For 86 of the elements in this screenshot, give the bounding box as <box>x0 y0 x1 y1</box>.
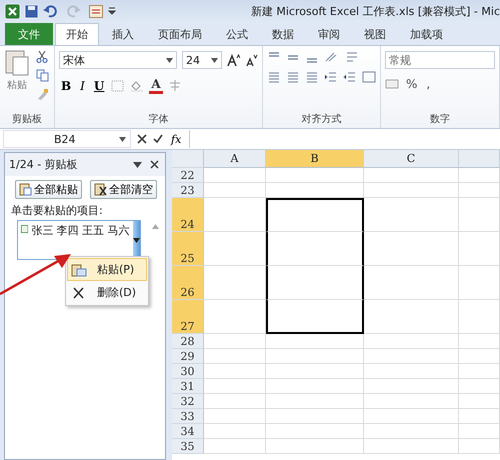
ribbon-tab[interactable]: 加载项 <box>399 23 454 45</box>
percent-button[interactable]: % <box>404 77 420 91</box>
menu-item[interactable]: 删除(D) <box>67 281 147 304</box>
column-header[interactable] <box>459 150 500 168</box>
close-icon[interactable] <box>150 160 159 169</box>
table-cell[interactable] <box>266 300 364 334</box>
ribbon-tab[interactable]: 开始 <box>55 23 99 45</box>
row-header[interactable]: 27 <box>172 300 204 334</box>
window-title: 新建 Microsoft Excel 工作表.xls [兼容模式] - Mic <box>250 4 500 18</box>
dropdown-icon[interactable] <box>166 58 173 62</box>
column-header[interactable]: C <box>364 150 459 168</box>
ribbon-tab[interactable]: 公式 <box>215 23 259 45</box>
indent-icon[interactable] <box>343 71 357 83</box>
format-painter-icon[interactable] <box>36 88 49 101</box>
row-header[interactable]: 29 <box>172 349 204 364</box>
ribbon-tab[interactable]: 审阅 <box>307 23 351 45</box>
customize-toolbar-icon[interactable] <box>108 6 116 16</box>
column-header[interactable]: B <box>266 150 364 168</box>
menu-item[interactable]: 粘贴(P) <box>67 258 147 281</box>
row-header[interactable]: 24 <box>172 198 204 232</box>
dropdown-icon[interactable] <box>119 136 126 142</box>
name-box[interactable]: B24 <box>3 130 131 148</box>
group-label: 数字 <box>430 114 450 125</box>
font-name-field[interactable]: 宋体 <box>59 51 177 69</box>
dropdown-icon[interactable] <box>211 58 218 62</box>
clear-all-button[interactable]: 全部清空 <box>90 180 157 199</box>
select-all-corner[interactable] <box>172 150 204 168</box>
shrink-font-icon[interactable] <box>245 54 258 66</box>
row-header[interactable]: 25 <box>172 232 204 266</box>
row-header[interactable]: 26 <box>172 266 204 300</box>
indent-icon[interactable] <box>324 71 338 83</box>
scissors-icon[interactable] <box>36 50 48 63</box>
dropdown-icon[interactable] <box>133 162 142 168</box>
paste-icon <box>19 183 32 196</box>
dropdown-icon <box>132 238 140 242</box>
underline-button[interactable]: U <box>92 78 106 92</box>
scroll-up-icon[interactable] <box>152 224 159 229</box>
form-icon[interactable] <box>89 4 103 18</box>
row-header[interactable]: 23 <box>172 183 204 198</box>
row-header[interactable]: 28 <box>172 334 204 349</box>
ribbon-tab[interactable]: 插入 <box>101 23 145 45</box>
clipboard-icon[interactable] <box>4 48 30 76</box>
clear-clipboard-icon <box>94 183 107 196</box>
pane-title: 1/24 - 剪贴板 <box>9 157 79 172</box>
instruction-text: 单击要粘贴的项目: <box>10 203 104 219</box>
row-header[interactable]: 34 <box>172 424 204 439</box>
grow-font-icon[interactable] <box>227 54 240 66</box>
row-header[interactable]: 22 <box>172 168 204 183</box>
group-label: 对齐方式 <box>302 114 342 125</box>
bold-button[interactable]: B <box>59 78 74 92</box>
horizontal-align-icon[interactable] <box>305 71 319 83</box>
paste-all-button[interactable]: 全部粘贴 <box>15 180 82 199</box>
cancel-icon[interactable] <box>137 134 147 144</box>
sheet-icon <box>21 223 28 235</box>
table-cell[interactable] <box>266 266 364 300</box>
group-label: 字体 <box>148 114 168 125</box>
excel-logo-icon <box>5 4 20 18</box>
paste-icon <box>71 262 87 276</box>
row-header[interactable]: 35 <box>172 439 204 454</box>
save-icon[interactable] <box>25 4 38 18</box>
table-cell[interactable] <box>266 232 364 266</box>
paste-label[interactable]: 粘贴 <box>7 78 27 92</box>
table-cell[interactable] <box>266 198 364 232</box>
wrap-text-icon[interactable] <box>345 51 359 63</box>
ribbon-tab[interactable]: 数据 <box>261 23 305 45</box>
border-icon[interactable] <box>111 80 126 92</box>
column-header[interactable]: A <box>204 150 266 168</box>
row-header[interactable]: 30 <box>172 364 204 379</box>
item-dropdown-button[interactable] <box>132 221 140 259</box>
number-format-field[interactable]: 常规 <box>385 51 495 69</box>
horizontal-align-icon[interactable] <box>286 71 300 83</box>
checkmark-icon[interactable] <box>153 134 163 144</box>
ribbon-tab[interactable]: 视图 <box>353 23 397 45</box>
file-tab[interactable]: 文件 <box>5 23 53 45</box>
italic-button[interactable]: I <box>78 78 87 92</box>
horizontal-align-icon[interactable] <box>267 71 281 83</box>
comma-button[interactable]: , <box>424 77 432 91</box>
ribbon-tab[interactable]: 页面布局 <box>147 23 213 45</box>
group-label: 剪贴板 <box>12 114 42 125</box>
row-header[interactable]: 31 <box>172 379 204 394</box>
row-header[interactable]: 32 <box>172 394 204 409</box>
font-color-button[interactable]: A <box>149 77 163 94</box>
row-header[interactable]: 33 <box>172 409 204 424</box>
font-size-field[interactable]: 24 <box>182 51 222 69</box>
insert-function-button[interactable]: fx <box>169 132 184 146</box>
copy-icon[interactable] <box>36 69 50 82</box>
